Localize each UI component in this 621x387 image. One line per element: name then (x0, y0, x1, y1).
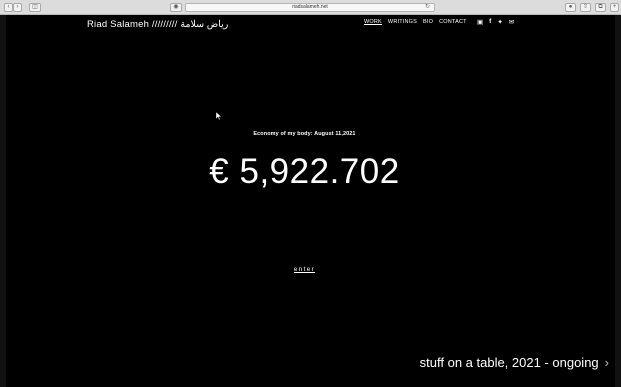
nav-item-contact[interactable]: CONTACT (439, 19, 467, 25)
nav-item-work[interactable]: WORK (364, 19, 382, 25)
forward-button[interactable]: › (13, 3, 22, 12)
address-url: riadsalameh.net (292, 4, 328, 10)
mail-icon[interactable]: ✉ (509, 18, 514, 26)
nav-item-writings[interactable]: WRITINGS (388, 19, 417, 25)
page-content (6, 15, 615, 387)
economy-subtitle: Economy of my body: August 11,2021 (253, 131, 356, 137)
site-brand[interactable]: Riad Salameh ///////// رياض سلامة (87, 19, 228, 30)
twitter-icon[interactable]: ✦ (497, 18, 502, 26)
chevron-right-icon: › (604, 355, 609, 370)
sidebar-toggle-button[interactable]: ◫ (29, 3, 41, 12)
reload-icon[interactable]: ↻ (425, 4, 430, 11)
mouse-cursor-icon (216, 112, 222, 120)
enter-link[interactable]: enter (0, 267, 609, 273)
browser-toolbar: ‹ › ◫ ◉ riadsalameh.net ↻ ● ⇧ ⧉ + (0, 0, 621, 15)
project-label: stuff on a table, 2021 - ongoing (419, 355, 599, 370)
nav-item-bio[interactable]: BIO (423, 19, 433, 25)
instagram-icon[interactable]: ▣ (477, 18, 483, 26)
main-nav: WORK WRITINGS BIO CONTACT (364, 19, 467, 25)
back-button[interactable]: ‹ (4, 3, 13, 12)
economy-amount: € 5,922.702 (209, 152, 400, 191)
project-link[interactable]: stuff on a table, 2021 - ongoing › (420, 355, 609, 370)
share-icon[interactable]: ⇧ (580, 3, 591, 12)
address-bar[interactable]: riadsalameh.net ↻ (185, 3, 435, 12)
right-window-edge (615, 15, 621, 387)
facebook-icon[interactable]: f (489, 18, 491, 26)
social-links: ▣ f ✦ ✉ (477, 18, 514, 26)
extension-icon[interactable]: ● (565, 3, 576, 12)
new-tab-icon[interactable]: + (610, 3, 619, 12)
tabs-icon[interactable]: ⧉ (595, 3, 606, 12)
privacy-report-icon[interactable]: ◉ (170, 3, 182, 12)
